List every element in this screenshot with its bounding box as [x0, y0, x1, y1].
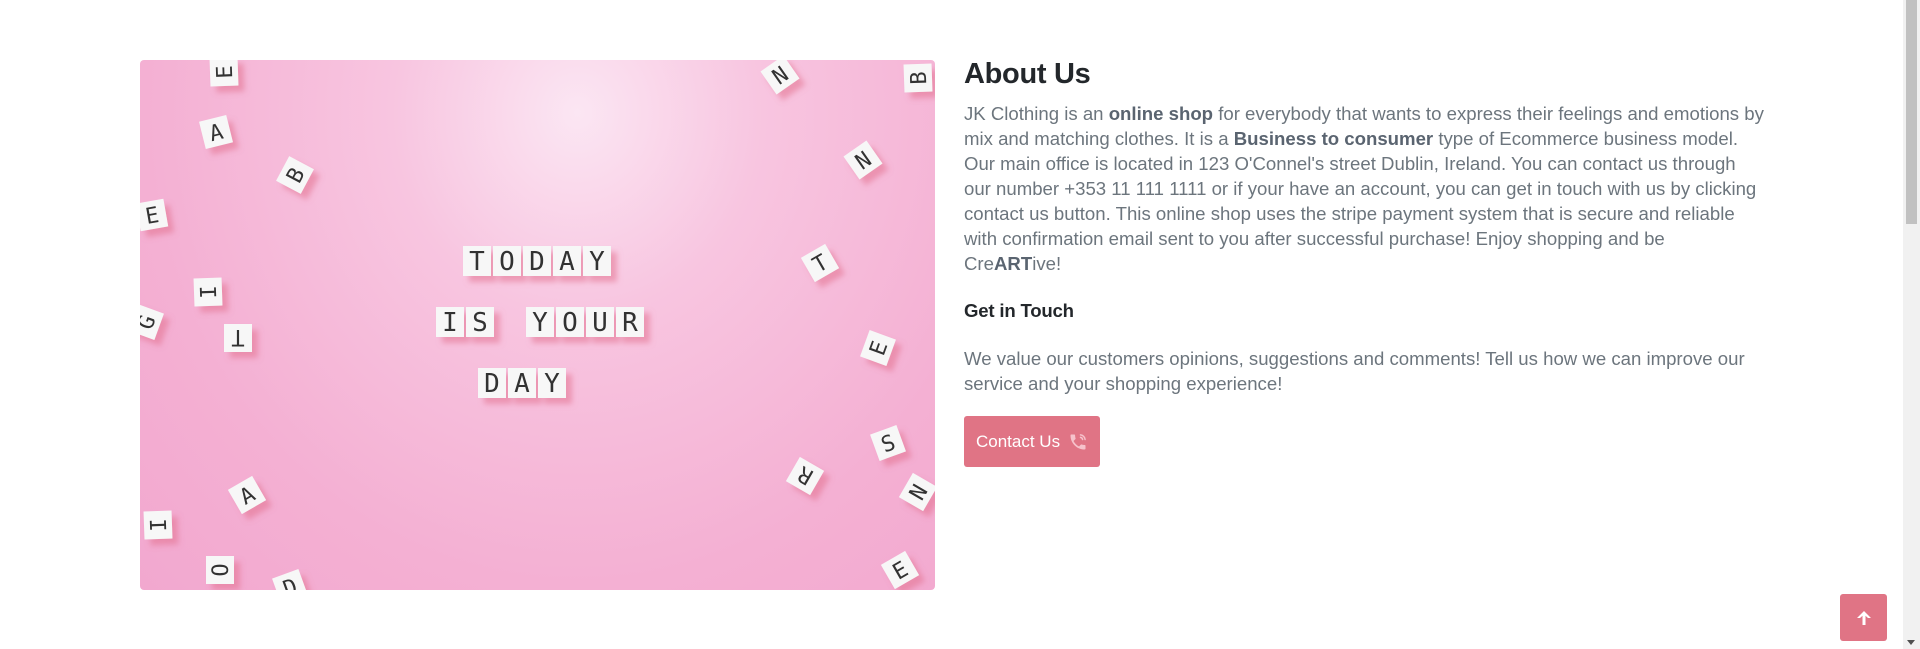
svg-text:R: R	[622, 308, 638, 338]
scroll-down-arrow-icon[interactable]	[1907, 640, 1915, 645]
letter-tiles-illustration: T O D A Y I S Y O U R D A Y E A B E I T …	[140, 60, 935, 590]
svg-text:T: T	[231, 324, 244, 349]
about-text: JK Clothing is an online shop for everyb…	[964, 101, 1764, 276]
about-text-part: ive!	[1032, 253, 1062, 274]
svg-text:D: D	[484, 369, 500, 399]
about-text-bold: ART	[993, 253, 1033, 274]
svg-text:O: O	[209, 563, 234, 576]
tile-line-2: I S Y O U R	[436, 307, 644, 338]
about-text-part: JK Clothing is an	[964, 103, 1109, 124]
svg-text:Y: Y	[544, 369, 560, 399]
svg-text:I: I	[147, 518, 172, 532]
svg-text:U: U	[592, 308, 608, 338]
svg-text:B: B	[907, 71, 932, 85]
get-in-touch-title: Get in Touch	[964, 300, 1074, 321]
about-text-part: type of Ecommerce business model. Our ma…	[964, 128, 1757, 274]
scrollbar-thumb[interactable]	[1906, 0, 1917, 224]
about-text-bold: online shop	[1108, 103, 1214, 124]
about-section: About Us JK Clothing is an online shop f…	[964, 58, 1764, 467]
tile-line-3: D A Y	[478, 368, 566, 399]
back-to-top-button[interactable]	[1840, 594, 1887, 641]
about-text-bold: Business to consumer	[1233, 128, 1434, 149]
svg-text:I: I	[442, 308, 458, 338]
svg-text:Y: Y	[589, 247, 605, 277]
contact-us-label: Contact Us	[976, 431, 1061, 451]
about-title: About Us	[964, 58, 1091, 90]
svg-text:A: A	[514, 369, 530, 399]
svg-text:Y: Y	[532, 308, 548, 338]
svg-text:S: S	[472, 308, 488, 338]
tile-line-1: T O D A Y	[463, 246, 611, 277]
arrow-up-icon	[1856, 610, 1871, 625]
svg-text:O: O	[499, 247, 515, 277]
hero-image: T O D A Y I S Y O U R D A Y E A B E I T …	[140, 60, 935, 590]
page: T O D A Y I S Y O U R D A Y E A B E I T …	[0, 0, 1920, 649]
svg-text:I: I	[197, 285, 222, 299]
svg-text:T: T	[469, 247, 485, 277]
phone-icon	[1070, 433, 1086, 449]
svg-text:E: E	[213, 65, 238, 79]
svg-text:D: D	[529, 247, 545, 277]
page-scrollbar[interactable]	[1903, 0, 1920, 649]
tile-words: T O D A Y I S Y O U R D A Y	[436, 246, 644, 399]
get-in-touch-text: We value our customers opinions, suggest…	[964, 348, 1745, 394]
svg-text:A: A	[559, 247, 575, 277]
contact-us-button[interactable]: Contact Us	[964, 416, 1101, 467]
svg-text:O: O	[562, 308, 578, 338]
